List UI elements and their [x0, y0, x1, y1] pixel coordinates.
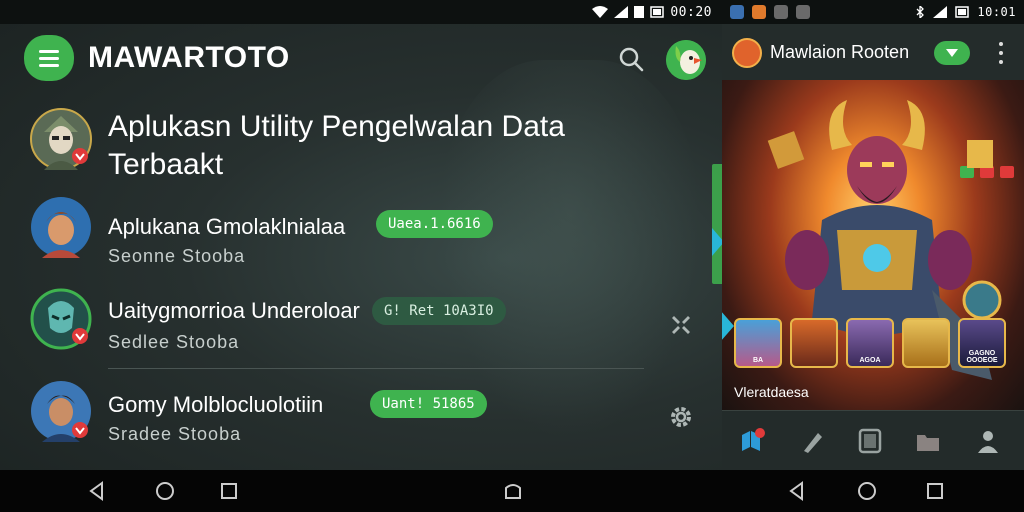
- hero-thumbnail[interactable]: BA: [734, 318, 782, 368]
- main-app-pane: 00:20 MAWARTOTO Aplukasn Utility Pengelw…: [0, 0, 722, 470]
- status-bar-right: 10:01: [722, 0, 1024, 24]
- back-icon[interactable]: [86, 480, 108, 502]
- signal-icon: [933, 6, 948, 18]
- home-pill-icon[interactable]: [502, 480, 524, 502]
- recents-icon[interactable]: [924, 480, 946, 502]
- signal-icon: [614, 6, 629, 18]
- notification-icon: [730, 5, 744, 19]
- bottom-navigation: [722, 410, 1024, 470]
- status-time: 00:20: [670, 4, 712, 20]
- preview-app-bar: Mawlaion Rooten: [722, 24, 1024, 80]
- battery-icon: [955, 6, 970, 18]
- carousel-prev[interactable]: [722, 310, 734, 342]
- profile-avatar[interactable]: [666, 40, 706, 80]
- item-title: Gomy Molblocluolotiin: [108, 392, 324, 417]
- item-avatar: [30, 380, 92, 442]
- item-subtitle: Seonne Stooba: [108, 246, 246, 266]
- headline-avatar: [30, 108, 92, 170]
- hero-thumbnail[interactable]: [902, 318, 950, 368]
- version-badge: G! Ret 10A3I0: [372, 297, 506, 325]
- status-time: 10:01: [977, 5, 1016, 19]
- system-navigation-bar: [0, 470, 1024, 512]
- list-item[interactable]: Gomy Molblocluolotiin Uant! 51865 Sradee…: [0, 380, 722, 460]
- battery-icon: [650, 6, 665, 18]
- page-headline: Aplukasn Utility Pengelwalan Data Terbaa…: [108, 110, 565, 181]
- app-notification-icon: [796, 5, 810, 19]
- app-title: MAWARTOTO: [88, 41, 290, 74]
- brush-icon[interactable]: [798, 427, 826, 455]
- list-item[interactable]: Uaitygmorrioa Underoloar G! Ret 10A3I0 S…: [0, 288, 722, 368]
- item-title: Uaitygmorrioa Underoloar: [108, 298, 360, 323]
- scrollbar[interactable]: [712, 164, 722, 284]
- thumb-label: AGOA: [859, 357, 881, 364]
- recents-icon[interactable]: [218, 480, 240, 502]
- puzzle-icon[interactable]: [668, 312, 694, 338]
- hero-thumbnails: BA AGOA GAGNO OOOEOE: [734, 318, 1024, 372]
- app-bar: MAWARTOTO: [0, 24, 722, 94]
- hamburger-icon: [39, 48, 59, 69]
- version-badge: Uaea.1.6616: [376, 210, 493, 238]
- wifi-icon: [592, 6, 609, 18]
- banner-caption: Vleratdaesa: [734, 384, 809, 400]
- home-circle-icon[interactable]: [154, 480, 176, 502]
- item-subtitle: Sradee Stooba: [108, 424, 242, 444]
- back-icon[interactable]: [786, 480, 808, 502]
- preview-pane: 10:01 Mawlaion Rooten BA AGOA GAGNO OOOE…: [722, 0, 1024, 470]
- game-logo[interactable]: [732, 38, 762, 68]
- drawer-handle[interactable]: [712, 228, 722, 256]
- item-subtitle: Sedlee Stooba: [108, 332, 240, 352]
- item-avatar: [30, 288, 92, 350]
- hero-thumbnail[interactable]: [790, 318, 838, 368]
- sim-icon: [634, 6, 645, 18]
- thumb-label: GAGNO OOOEOE: [966, 350, 998, 364]
- app-notification-icon: [774, 5, 788, 19]
- parrot-avatar-icon: [666, 40, 706, 80]
- list-item[interactable]: Aplukana Gmolaklnialaa Uaea.1.6616 Seonn…: [0, 196, 722, 276]
- tablet-icon[interactable]: [856, 427, 884, 455]
- item-avatar: [30, 196, 92, 258]
- bluetooth-icon: [916, 6, 925, 18]
- preview-title: Mawlaion Rooten: [770, 42, 910, 62]
- dropdown-toggle[interactable]: [934, 41, 970, 65]
- thumb-label: BA: [752, 357, 764, 364]
- home-icon[interactable]: [738, 427, 766, 455]
- hero-thumbnail[interactable]: GAGNO OOOEOE: [958, 318, 1006, 368]
- chevron-down-icon: [946, 49, 958, 57]
- list-divider: [108, 368, 644, 369]
- version-badge: Uant! 51865: [370, 390, 487, 418]
- game-banner[interactable]: BA AGOA GAGNO OOOEOE Vleratdaesa: [722, 80, 1024, 410]
- more-vert-icon[interactable]: [998, 42, 1004, 64]
- person-icon[interactable]: [974, 427, 1002, 455]
- indicator-icon: [1000, 166, 1014, 178]
- item-title: Aplukana Gmolaklnialaa: [108, 214, 346, 239]
- app-notification-icon: [752, 5, 766, 19]
- gear-icon[interactable]: [668, 404, 694, 430]
- folder-icon[interactable]: [914, 427, 942, 455]
- menu-button[interactable]: [24, 35, 74, 81]
- status-bar-left: 00:20: [0, 0, 722, 24]
- home-circle-icon[interactable]: [856, 480, 878, 502]
- search-icon[interactable]: [618, 46, 644, 72]
- hero-thumbnail[interactable]: AGOA: [846, 318, 894, 368]
